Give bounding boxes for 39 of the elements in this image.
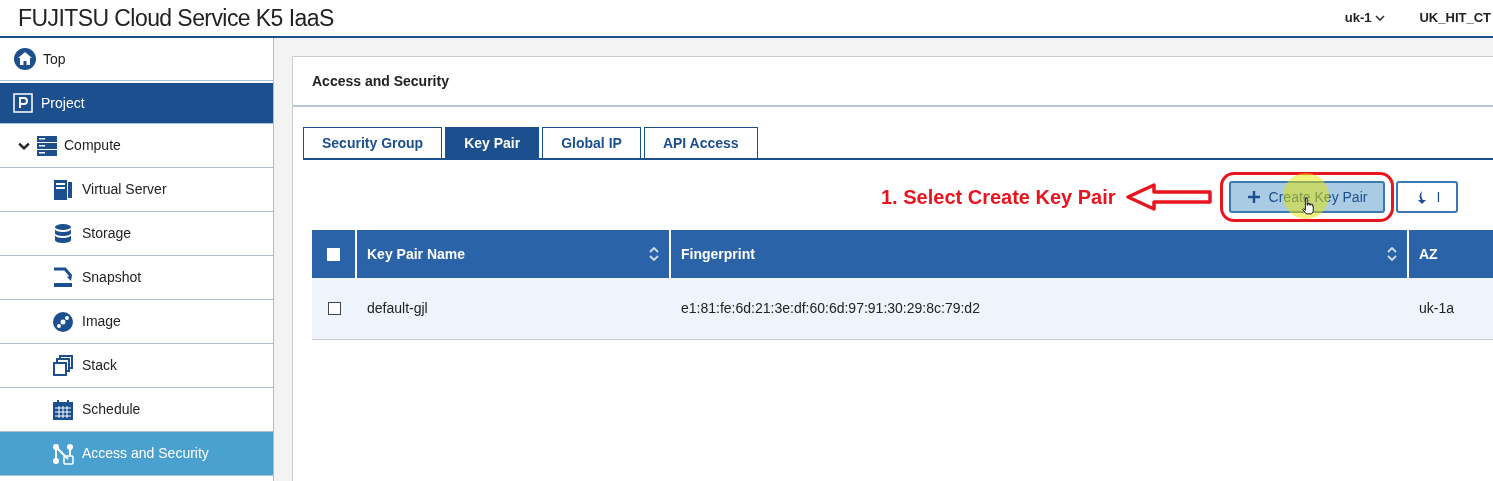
sidebar-item[interactable]: Project (0, 83, 273, 124)
stack-icon (52, 354, 74, 377)
column-header[interactable]: AZ (1409, 230, 1493, 278)
tab[interactable]: Global IP (542, 127, 641, 158)
sidebar-item[interactable]: Virtual Server (0, 168, 273, 212)
region-dropdown[interactable]: uk-1 (1344, 8, 1386, 28)
home-icon (13, 47, 37, 71)
sidebar-item[interactable]: Snapshot (0, 256, 273, 300)
app-title: FUJITSU Cloud Service K5 IaaS (18, 3, 334, 33)
p-letter-icon (13, 93, 33, 113)
annotation-text: 1. Select Create Key Pair (881, 185, 1116, 210)
disc-icon (52, 310, 74, 333)
server-rack-icon (36, 134, 58, 157)
table-cell-text: default-gjl (367, 299, 428, 318)
sidebar-item[interactable]: Image (0, 300, 273, 344)
tab[interactable]: Key Pair (445, 127, 540, 158)
sidebar-item[interactable]: Compute (0, 124, 273, 168)
project-name[interactable]: UK_HIT_CT (1419, 8, 1491, 28)
toolbar-button[interactable]: I (1396, 181, 1459, 213)
table-cell-text: e1:81:fe:6d:21:3e:df:60:6d:97:91:30:29:8c:79:d2 (681, 299, 980, 318)
chevron-down-icon (1375, 13, 1386, 23)
tab[interactable]: Security Group (303, 127, 443, 158)
sort-icon (1387, 247, 1397, 261)
annotation-arrow-icon (1123, 182, 1214, 212)
database-icon (52, 222, 74, 245)
calendar-icon (52, 398, 74, 421)
table-cell-text: uk-1a (1419, 299, 1455, 318)
network-lock-icon (52, 442, 74, 465)
plus-icon (1246, 190, 1261, 204)
server-icon (52, 178, 74, 201)
tab[interactable]: API Access (643, 127, 758, 158)
table-row[interactable]: default-gjl e1:81:fe:6d:21:3e:df:60:6d:97:91:30:29:8c:79:d2 uk-1a (312, 278, 1493, 340)
panel-title: Access and Security (312, 71, 449, 91)
snapshot-icon (52, 266, 74, 289)
sidebar-item[interactable]: Stack (0, 344, 273, 388)
sidebar-item[interactable]: Storage (0, 212, 273, 256)
sidebar-item[interactable]: Top (0, 38, 273, 81)
sort-icon (649, 247, 659, 261)
checkbox[interactable] (328, 302, 341, 315)
